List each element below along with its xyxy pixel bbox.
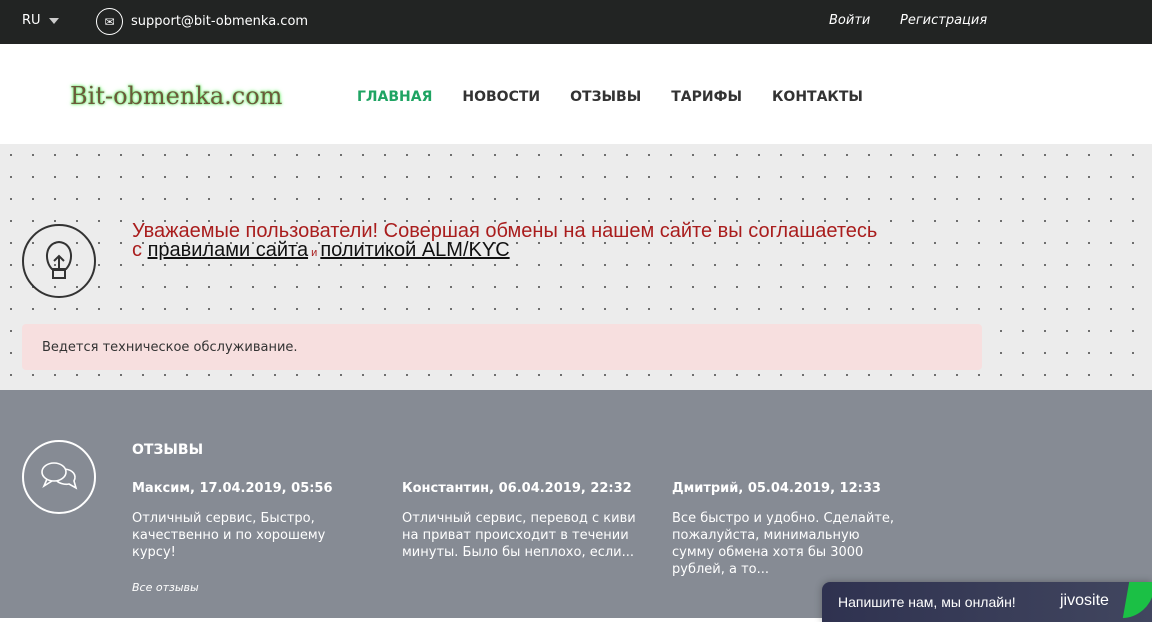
rules-link[interactable]: правилами сайта: [148, 239, 309, 261]
envelope-icon: ✉: [96, 8, 123, 35]
logo[interactable]: Bit-obmenka.com: [70, 82, 282, 110]
review-item: Дмитрий, 05.04.2019, 12:33 Все быстро и у…: [672, 481, 902, 578]
review-text: Все быстро и удобно. Сделайте, пожалуйст…: [672, 511, 894, 577]
policy-link[interactable]: политикой ALM/KYC: [320, 239, 509, 261]
header: Bit-obmenka.com ГЛАВНАЯ НОВОСТИ ОТЗЫВЫ Т…: [0, 44, 1152, 144]
chat-bubbles-icon: [22, 440, 96, 514]
main-nav: ГЛАВНАЯ НОВОСТИ ОТЗЫВЫ ТАРИФЫ КОНТАКТЫ: [357, 89, 863, 105]
all-reviews-link[interactable]: Все отзывы: [132, 581, 199, 594]
nav-contacts[interactable]: КОНТАКТЫ: [772, 89, 863, 105]
email-link[interactable]: support@bit-obmenka.com: [131, 14, 308, 29]
nav-tariffs[interactable]: ТАРИФЫ: [671, 89, 742, 105]
notice-prefix: с: [132, 239, 148, 261]
reviews-title: ОТЗЫВЫ: [132, 442, 204, 458]
maintenance-alert: Ведется техническое обслуживание.: [22, 324, 982, 370]
review-text: Отличный сервис, перевод с киви на прива…: [402, 511, 636, 560]
chevron-down-icon: [48, 17, 59, 24]
review-author: Дмитрий, 05.04.2019, 12:33: [672, 481, 881, 496]
login-link[interactable]: Войти: [829, 13, 870, 28]
chat-widget[interactable]: Напишите нам, мы онлайн! jivosite: [822, 582, 1152, 622]
review-item: Максим, 17.04.2019, 05:56 Отличный сервис…: [132, 481, 372, 561]
register-link[interactable]: Регистрация: [900, 13, 987, 28]
notice-section: Уважаемые пользователи! Совершая обмены …: [0, 144, 1152, 390]
review-author: Константин, 06.04.2019, 22:32: [402, 481, 632, 496]
review-item: Константин, 06.04.2019, 22:32 Отличный се…: [402, 481, 642, 561]
top-bar: RU ✉ support@bit-obmenka.com Войти Регист…: [0, 0, 1152, 44]
notice-text: Уважаемые пользователи! Совершая обмены …: [132, 221, 877, 263]
jivosite-logo: jivosite: [1060, 592, 1109, 609]
leaf-icon: [1122, 582, 1152, 618]
language-selector[interactable]: RU: [22, 13, 59, 28]
review-author: Максим, 17.04.2019, 05:56: [132, 481, 333, 496]
nav-news[interactable]: НОВОСТИ: [462, 89, 540, 105]
notice-and: и: [308, 247, 321, 259]
nav-reviews[interactable]: ОТЗЫВЫ: [570, 89, 641, 105]
lightbulb-icon: [22, 224, 96, 298]
language-label: RU: [22, 13, 41, 28]
nav-home[interactable]: ГЛАВНАЯ: [357, 89, 432, 105]
chat-label: Напишите нам, мы онлайн!: [838, 594, 1016, 610]
support-email[interactable]: ✉ support@bit-obmenka.com: [96, 8, 308, 35]
review-text: Отличный сервис, Быстро, качественно и п…: [132, 511, 326, 560]
